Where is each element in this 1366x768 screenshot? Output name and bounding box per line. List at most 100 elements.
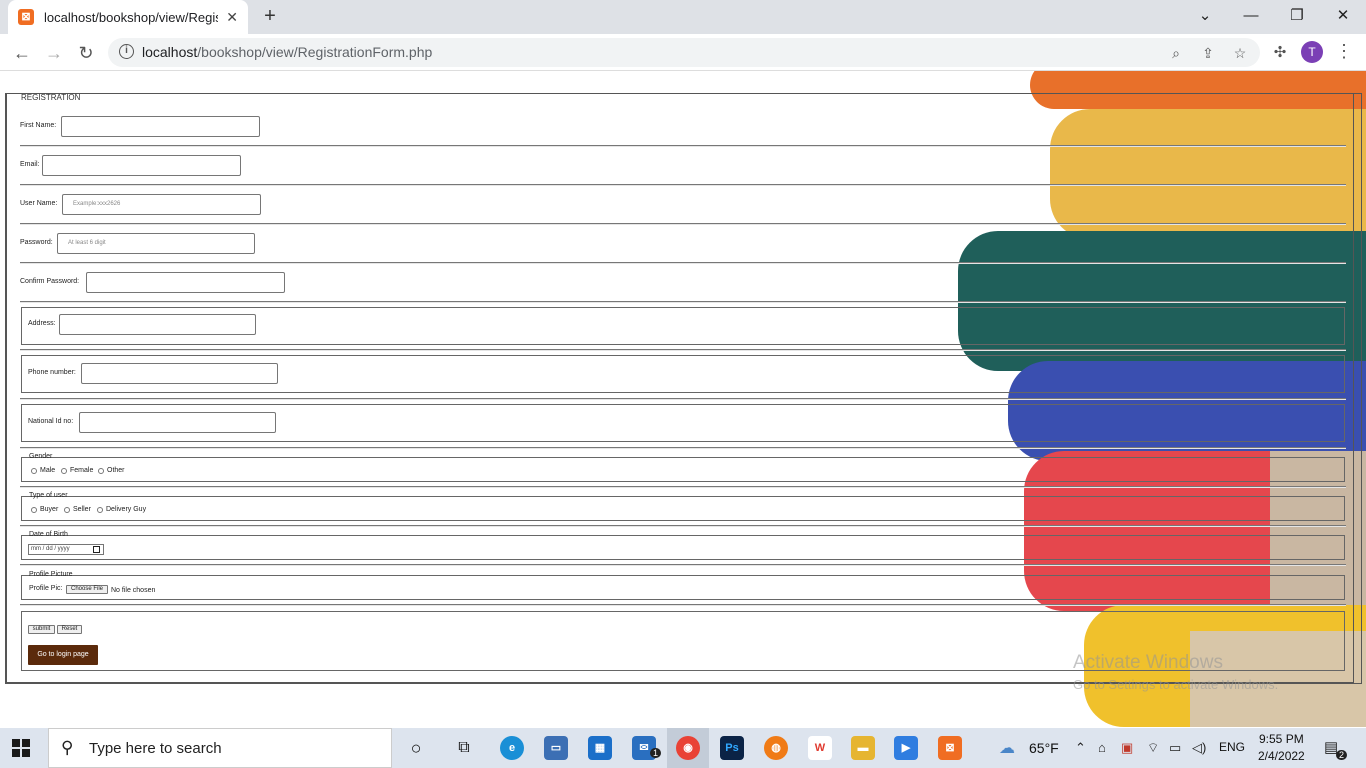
windows-start-icon[interactable] [12, 739, 30, 757]
tab-title: localhost/bookshop/view/Registr [44, 9, 219, 25]
choose-file-button[interactable]: Choose File [66, 585, 108, 594]
phone-input[interactable] [81, 363, 278, 384]
user-type-legend: Type of user [29, 492, 68, 499]
folder-icon[interactable]: ▬ [851, 736, 875, 760]
phone-label: Phone number: [28, 369, 76, 376]
address-input[interactable] [59, 314, 256, 335]
taskbar-search-box[interactable]: ⚲ Type here to search [48, 728, 392, 768]
site-info-icon[interactable]: i [119, 44, 134, 59]
xampp-icon[interactable]: ⊠ [938, 736, 962, 760]
browser-toolbar: ← → ↻ i localhost/bookshop/view/Registra… [0, 34, 1366, 71]
photoshop-icon[interactable]: Ps [720, 736, 744, 760]
user-type-seller-label: Seller [73, 506, 91, 513]
tray-device-icon[interactable]: ⌂ [1098, 740, 1106, 755]
tray-chevron-icon[interactable]: ⌃ [1075, 740, 1086, 756]
page-content: REGISTRATION First Name: Email: User Nam… [0, 71, 1366, 727]
store-icon[interactable]: ▦ [588, 736, 612, 760]
email-input[interactable] [42, 155, 241, 176]
gender-male-label: Male [40, 467, 56, 474]
extensions-icon[interactable]: ✣ [1269, 42, 1291, 64]
cortana-icon[interactable]: ○ [404, 736, 428, 760]
firefox-icon[interactable]: ◍ [764, 736, 788, 760]
edge-icon[interactable]: e [500, 736, 524, 760]
browser-menu-icon[interactable]: ⋮ [1334, 40, 1354, 64]
url-text: localhost/bookshop/view/RegistrationForm… [142, 44, 433, 60]
gender-female-label: Female [70, 467, 94, 474]
divider [20, 145, 1346, 147]
profile-avatar[interactable]: T [1301, 41, 1323, 63]
gender-female-radio[interactable] [61, 468, 67, 474]
password-input[interactable]: At least 6 digit [57, 233, 255, 254]
dob-input[interactable]: mm / dd / yyyy [28, 544, 104, 555]
user-type-buyer-radio[interactable] [31, 507, 37, 513]
national-id-label: National Id no: [28, 418, 74, 425]
tab-search-icon[interactable]: ⌄ [1182, 4, 1228, 30]
reset-button[interactable]: Reset [57, 625, 82, 634]
password-label: Password: [20, 239, 53, 246]
dob-value: mm / dd / yyyy [31, 546, 70, 552]
divider [20, 301, 1346, 303]
submit-button[interactable]: submit [28, 625, 55, 634]
minimize-button[interactable]: — [1228, 4, 1274, 30]
close-window-button[interactable]: ✕ [1320, 4, 1366, 30]
gender-other-radio[interactable] [98, 468, 104, 474]
forward-button[interactable]: → [41, 40, 67, 66]
wifi-icon[interactable]: ⌔ [1147, 740, 1159, 756]
file-status: No file chosen [111, 587, 156, 594]
notification-count: 2 [1336, 750, 1348, 760]
divider [20, 184, 1346, 186]
battery-icon[interactable]: ▭ [1169, 740, 1181, 756]
activate-windows-subtitle: Go to Settings to activate Windows. [1073, 677, 1279, 692]
user-type-delivery-radio[interactable] [97, 507, 103, 513]
clock-date[interactable]: 2/4/2022 [1258, 749, 1305, 763]
user-type-buyer-label: Buyer [40, 506, 59, 513]
taskbar: ⚲ Type here to search ○ ⧉ e ▭ ▦ ✉ 1 ◉ Ps… [0, 728, 1366, 768]
tab-close-icon[interactable]: ✕ [226, 9, 238, 26]
restore-button[interactable]: ❐ [1274, 4, 1320, 30]
gender-other-label: Other [107, 467, 125, 474]
task-view-icon[interactable]: ⧉ [452, 736, 476, 760]
confirm-password-label: Confirm Password: [20, 278, 80, 285]
tray-antivirus-icon[interactable]: ▣ [1121, 740, 1133, 756]
wps-office-icon[interactable]: W [808, 736, 832, 760]
dob-fieldset [21, 535, 1345, 560]
weather-temp[interactable]: 65°F [1029, 740, 1059, 756]
language-indicator[interactable]: ENG [1219, 740, 1245, 754]
user-name-input[interactable]: Example:xxx2626 [62, 194, 261, 215]
file-explorer-app-icon[interactable]: ▭ [544, 736, 568, 760]
dob-legend: Date of Birth [29, 531, 68, 538]
clock-time[interactable]: 9:55 PM [1259, 732, 1304, 746]
chrome-icon[interactable]: ◉ [676, 736, 700, 760]
zoom-icon[interactable]: ⌕ [1166, 44, 1186, 64]
go-to-login-button[interactable]: Go to login page [28, 645, 98, 665]
back-button[interactable]: ← [9, 40, 35, 66]
divider [20, 525, 1346, 527]
divider [20, 262, 1346, 264]
activate-windows-title: Activate Windows [1073, 652, 1223, 673]
volume-icon[interactable]: ◁) [1192, 740, 1206, 756]
xampp-favicon-icon: ⊠ [18, 9, 34, 25]
media-player-icon[interactable]: ▶ [894, 736, 918, 760]
national-id-input[interactable] [79, 412, 276, 433]
profile-legend: Profile Picture [29, 571, 73, 578]
taskbar-search-placeholder: Type here to search [89, 740, 222, 757]
mail-badge: 1 [650, 748, 662, 758]
browser-tab[interactable]: ⊠ localhost/bookshop/view/Registr ✕ [8, 0, 248, 34]
user-type-seller-radio[interactable] [64, 507, 70, 513]
share-icon[interactable]: ⇪ [1198, 44, 1218, 64]
address-bar[interactable]: i localhost/bookshop/view/RegistrationFo… [108, 38, 1260, 67]
user-type-fieldset [21, 496, 1345, 521]
divider [20, 349, 1346, 351]
gender-male-radio[interactable] [31, 468, 37, 474]
search-icon: ⚲ [61, 738, 74, 757]
bookmark-star-icon[interactable]: ☆ [1230, 44, 1250, 64]
calendar-icon[interactable] [93, 546, 100, 553]
first-name-input[interactable] [61, 116, 260, 137]
new-tab-button[interactable]: + [258, 5, 282, 29]
confirm-password-input[interactable] [86, 272, 285, 293]
address-label: Address: [28, 320, 56, 327]
profile-fieldset [21, 575, 1345, 600]
reload-button[interactable]: ↻ [73, 40, 99, 66]
weather-icon[interactable]: ☁ [999, 738, 1015, 758]
divider [20, 604, 1346, 606]
